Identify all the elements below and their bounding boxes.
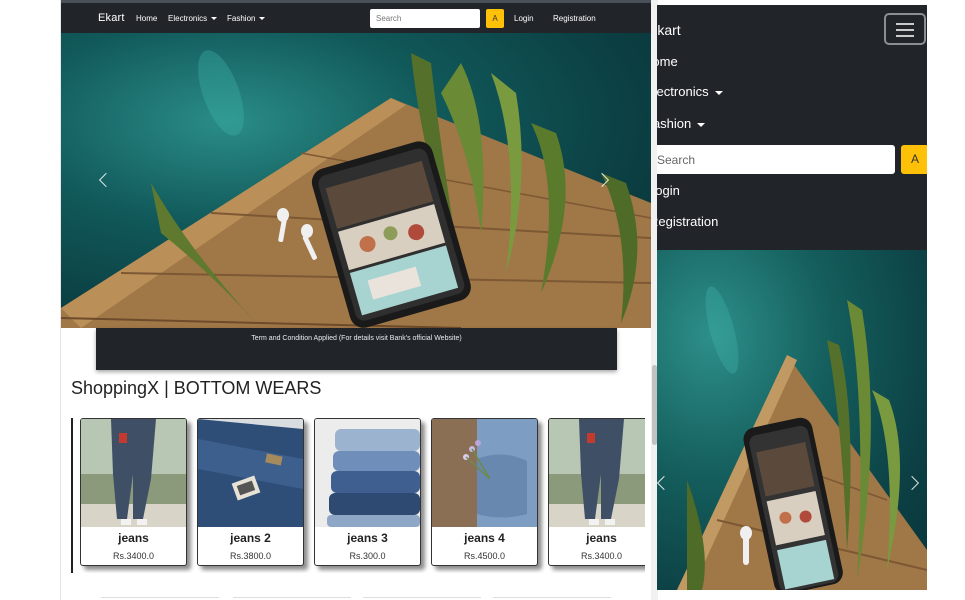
product-image bbox=[432, 419, 537, 527]
search-button[interactable]: A bbox=[901, 145, 927, 174]
nav-home-link[interactable]: Home bbox=[136, 14, 157, 23]
mobile-view: Ekart Home Electronics Fashion A Login R… bbox=[657, 5, 927, 590]
chevron-down-icon bbox=[259, 17, 266, 20]
product-name: jeans 4 bbox=[464, 531, 505, 545]
brand-logo[interactable]: Ekart bbox=[657, 22, 681, 38]
nav-fashion-dropdown[interactable]: Fashion bbox=[227, 14, 266, 23]
product-name: jeans bbox=[118, 531, 149, 545]
hero-image bbox=[61, 50, 651, 328]
product-price: Rs.3800.0 bbox=[229, 551, 272, 561]
nav-login-link[interactable]: Login bbox=[514, 14, 534, 23]
hamburger-icon bbox=[896, 29, 914, 31]
product-card[interactable]: jeans Rs.3400.0 bbox=[80, 418, 187, 566]
product-card[interactable]: jeans 2 Rs.3800.0 bbox=[197, 418, 304, 566]
search-button[interactable]: A bbox=[486, 9, 504, 28]
product-name: jeans bbox=[586, 531, 617, 545]
hero-image bbox=[677, 286, 927, 590]
chevron-down-icon bbox=[211, 17, 218, 20]
product-image bbox=[549, 419, 645, 527]
nav-fashion-dropdown[interactable]: Fashion bbox=[657, 116, 706, 131]
product-price: Rs.3400.0 bbox=[580, 551, 623, 561]
product-name: jeans 3 bbox=[347, 531, 388, 545]
product-image bbox=[315, 419, 420, 527]
search-input[interactable] bbox=[657, 145, 895, 174]
nav-electronics-dropdown[interactable]: Electronics bbox=[168, 14, 218, 23]
carousel-caption: Term and Condition Applied (For details … bbox=[96, 328, 617, 370]
nav-registration-link[interactable]: Registration bbox=[657, 214, 718, 229]
desktop-view: Ekart Home Electronics Fashion A Login R… bbox=[60, 0, 658, 600]
nav-electronics-label: Electronics bbox=[657, 84, 709, 99]
hamburger-icon bbox=[896, 23, 914, 25]
navbar: Ekart Home Electronics Fashion A Login R… bbox=[61, 0, 651, 36]
caption-text: Term and Condition Applied (For details … bbox=[251, 335, 462, 342]
nav-registration-link[interactable]: Registration bbox=[553, 14, 596, 23]
product-card[interactable]: jeans 4 Rs.4500.0 bbox=[431, 418, 538, 566]
section-title: ShoppingX | BOTTOM WEARS bbox=[71, 378, 322, 398]
hero-carousel bbox=[657, 250, 927, 590]
navbar-toggler-button[interactable] bbox=[884, 13, 926, 45]
nav-electronics-dropdown[interactable]: Electronics bbox=[657, 84, 723, 99]
nav-home-link[interactable]: Home bbox=[657, 54, 678, 69]
product-row: jeans Rs.3400.0 jeans 2 Rs.3800.0 jeans … bbox=[71, 418, 645, 573]
chevron-down-icon bbox=[714, 91, 723, 95]
product-card[interactable]: jeans Rs.3400.0 bbox=[548, 418, 645, 566]
nav-electronics-label: Electronics bbox=[168, 14, 208, 23]
nav-login-link[interactable]: Login bbox=[657, 183, 680, 198]
product-price: Rs.4500.0 bbox=[463, 551, 506, 561]
product-image bbox=[198, 419, 303, 527]
product-price: Rs.300.0 bbox=[349, 551, 386, 561]
search-input[interactable] bbox=[370, 9, 480, 28]
nav-fashion-label: Fashion bbox=[227, 14, 256, 23]
hero-carousel bbox=[61, 33, 651, 328]
nav-fashion-label: Fashion bbox=[657, 116, 692, 131]
hamburger-icon bbox=[896, 35, 914, 37]
chevron-down-icon bbox=[697, 123, 706, 127]
product-name: jeans 2 bbox=[230, 531, 271, 545]
product-image bbox=[81, 419, 186, 527]
brand-logo[interactable]: Ekart bbox=[98, 12, 125, 24]
product-price: Rs.3400.0 bbox=[112, 551, 155, 561]
product-card[interactable]: jeans 3 Rs.300.0 bbox=[314, 418, 421, 566]
